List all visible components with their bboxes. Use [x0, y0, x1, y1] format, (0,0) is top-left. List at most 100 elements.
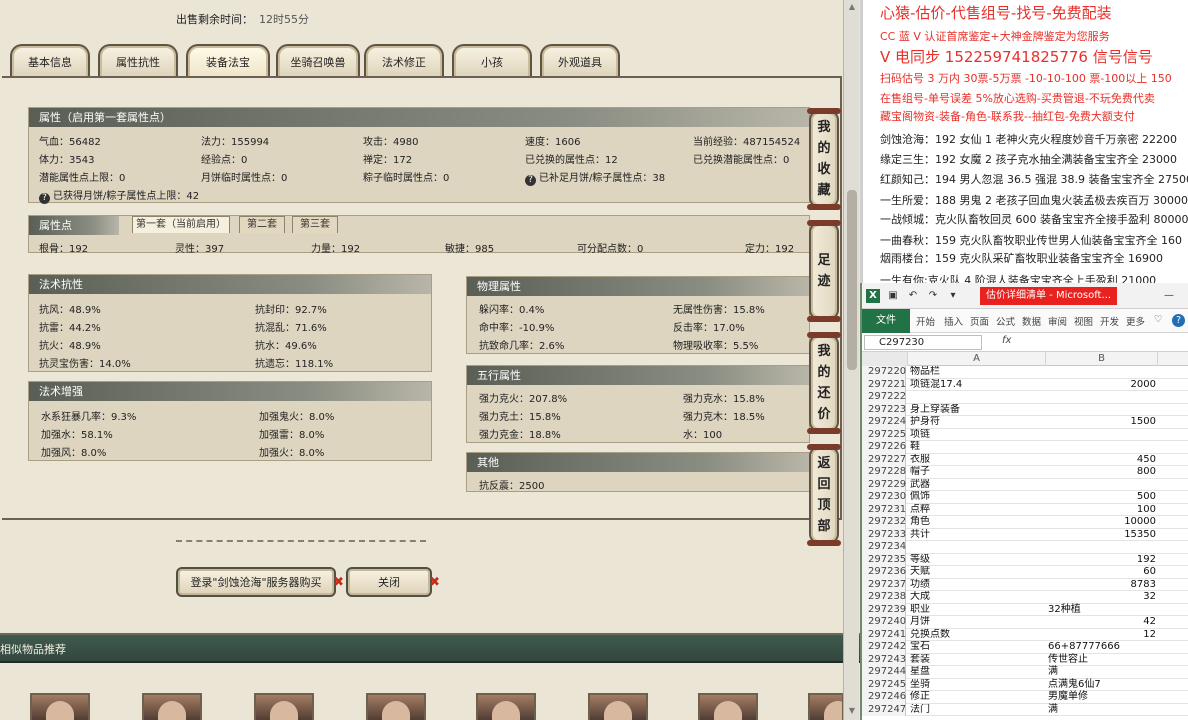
cell-b[interactable]: 男魔单修	[1046, 691, 1158, 704]
row-number[interactable]: 297233	[862, 528, 906, 541]
ribbon-tab-home[interactable]: 开始	[916, 314, 935, 328]
ribbon-tab-review[interactable]: 审阅	[1048, 314, 1067, 328]
ribbon-tab-formulas[interactable]: 公式	[996, 314, 1015, 328]
cell-b[interactable]: 1500	[1046, 416, 1158, 429]
minimize-icon[interactable]: —	[1162, 289, 1176, 303]
tab-attributes[interactable]: 属性抗性	[98, 44, 178, 78]
row-number[interactable]: 297221	[862, 378, 906, 391]
cell-a[interactable]: 点粹	[910, 504, 1046, 517]
character-avatar[interactable]	[698, 693, 758, 720]
ribbon-tab-insert[interactable]: 插入	[944, 314, 963, 328]
character-avatar[interactable]	[808, 693, 844, 720]
help-icon[interactable]: ?	[39, 193, 50, 204]
cell-b[interactable]: 8783	[1046, 579, 1158, 592]
footprint-button[interactable]: 足迹	[807, 220, 841, 322]
cell-b[interactable]: 点满鬼6仙7	[1046, 679, 1158, 692]
row-number[interactable]: 297238	[862, 591, 906, 604]
page-scrollbar[interactable]: ▲ ▼	[843, 0, 859, 720]
cell-b[interactable]: 192	[1046, 554, 1158, 567]
cell-a[interactable]: 法门	[910, 704, 1046, 717]
tab-child[interactable]: 小孩	[452, 44, 532, 78]
cell-b[interactable]: 42	[1046, 616, 1158, 629]
cell-b[interactable]: 2000	[1046, 379, 1158, 392]
cell-b[interactable]: 15350	[1046, 529, 1158, 542]
character-avatar[interactable]	[476, 693, 536, 720]
redo-icon[interactable]: ↷	[926, 289, 940, 303]
cell-b[interactable]: 500	[1046, 491, 1158, 504]
save-icon[interactable]: ▣	[886, 289, 900, 303]
cell-b[interactable]: 12	[1046, 629, 1158, 642]
column-header-b[interactable]: B	[1046, 352, 1158, 366]
cell-a[interactable]: 星盘	[910, 666, 1046, 679]
back-to-top-button[interactable]: 返回顶部	[807, 444, 841, 546]
row-number[interactable]: 297236	[862, 566, 906, 579]
row-number[interactable]: 297237	[862, 578, 906, 591]
character-avatar[interactable]	[366, 693, 426, 720]
cell-a[interactable]: 鞋	[910, 441, 1046, 454]
cell-a[interactable]: 帽子	[910, 466, 1046, 479]
cell-b[interactable]: 满	[1046, 666, 1158, 679]
row-number[interactable]: 297223	[862, 403, 906, 416]
cell-a[interactable]: 共计	[910, 529, 1046, 542]
file-tab[interactable]: 文件	[862, 309, 910, 333]
row-number[interactable]: 297246	[862, 691, 906, 704]
row-number[interactable]: 297245	[862, 678, 906, 691]
scroll-up-icon[interactable]: ▲	[847, 2, 857, 12]
row-number[interactable]: 297243	[862, 653, 906, 666]
row-number[interactable]: 297240	[862, 616, 906, 629]
cell-a[interactable]: 宝石	[910, 641, 1046, 654]
character-avatar[interactable]	[30, 693, 90, 720]
tab-appearance[interactable]: 外观道具	[540, 44, 620, 78]
cell-a[interactable]: 大成	[910, 591, 1046, 604]
row-number[interactable]: 297225	[862, 428, 906, 441]
cell-b[interactable]: 满	[1046, 704, 1158, 717]
row-number[interactable]: 297220	[862, 366, 906, 379]
row-number[interactable]: 297232	[862, 516, 906, 529]
my-favorites-button[interactable]: 我的收藏	[807, 108, 841, 210]
subtab-set-2[interactable]: 第二套	[239, 216, 285, 233]
row-number[interactable]: 297227	[862, 453, 906, 466]
row-number[interactable]: 297230	[862, 491, 906, 504]
cell-a[interactable]: 项链混17.4	[910, 379, 1046, 392]
login-buy-button[interactable]: 登录"剑蚀沧海"服务器购买 ✖	[176, 567, 344, 597]
cell-a[interactable]: 等级	[910, 554, 1046, 567]
cell-b[interactable]: 800	[1046, 466, 1158, 479]
row-number[interactable]: 297222	[862, 391, 906, 404]
cell-a[interactable]: 修正	[910, 691, 1046, 704]
customize-icon[interactable]: ▾	[946, 289, 960, 303]
ribbon-tab-more[interactable]: 更多	[1126, 314, 1145, 328]
undo-icon[interactable]: ↶	[906, 289, 920, 303]
cell-a[interactable]: 武器	[910, 479, 1046, 492]
character-avatar[interactable]	[254, 693, 314, 720]
row-number[interactable]: 297224	[862, 416, 906, 429]
column-header-a[interactable]: A	[908, 352, 1046, 366]
row-number[interactable]: 297244	[862, 666, 906, 679]
scroll-down-icon[interactable]: ▼	[847, 706, 857, 716]
character-avatar[interactable]	[588, 693, 648, 720]
subtab-set-3[interactable]: 第三套	[292, 216, 338, 233]
cell-a[interactable]: 护身符	[910, 416, 1046, 429]
ribbon-tab-data[interactable]: 数据	[1022, 314, 1041, 328]
cell-a[interactable]: 职业	[910, 604, 1046, 617]
name-box[interactable]: C297230	[864, 335, 982, 350]
select-all-corner[interactable]	[862, 352, 908, 366]
cell-a[interactable]: 物品栏	[910, 366, 1046, 379]
cell-b[interactable]: 10000	[1046, 516, 1158, 529]
tab-spell-correction[interactable]: 法术修正	[364, 44, 444, 78]
row-number[interactable]: 297235	[862, 553, 906, 566]
subtab-set-1[interactable]: 第一套（当前启用）	[132, 216, 230, 233]
cell-a[interactable]: 兑换点数	[910, 629, 1046, 642]
help-icon[interactable]: ?	[1172, 314, 1185, 327]
tab-mounts-summons[interactable]: 坐骑召唤兽	[276, 44, 360, 78]
cell-a[interactable]: 坐骑	[910, 679, 1046, 692]
cell-b[interactable]: 450	[1046, 454, 1158, 467]
row-number[interactable]: 297241	[862, 628, 906, 641]
cell-a[interactable]: 月饼	[910, 616, 1046, 629]
cell-b[interactable]: 32种植	[1046, 604, 1158, 617]
collapse-ribbon-icon[interactable]: ♡	[1154, 314, 1163, 325]
ribbon-tab-developer[interactable]: 开发	[1100, 314, 1119, 328]
tab-equipment[interactable]: 装备法宝	[186, 44, 270, 78]
row-number[interactable]: 297229	[862, 478, 906, 491]
cell-b[interactable]: 60	[1046, 566, 1158, 579]
cell-b[interactable]: 传世容止	[1046, 654, 1158, 667]
